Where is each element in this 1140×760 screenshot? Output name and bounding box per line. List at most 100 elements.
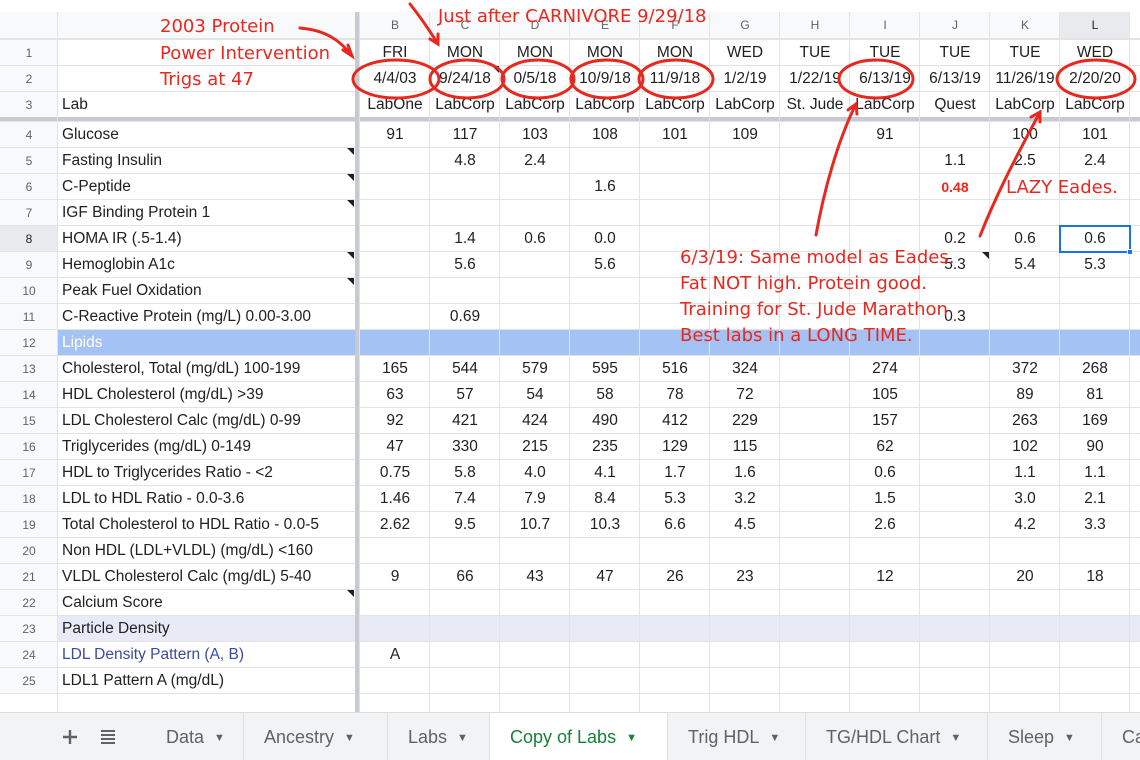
table-cell[interactable]: 66 — [430, 564, 500, 590]
table-cell[interactable]: 2.62 — [360, 512, 430, 538]
table-cell[interactable]: 12 — [850, 564, 920, 590]
plus-icon[interactable] — [58, 725, 82, 749]
header-day[interactable]: FRI — [360, 40, 430, 66]
table-cell[interactable]: 5.6 — [430, 252, 500, 278]
row-number[interactable]: 19 — [0, 512, 58, 538]
header-lab[interactable]: LabCorp — [500, 92, 570, 118]
table-cell[interactable]: 5.8 — [430, 460, 500, 486]
table-cell[interactable]: 0.75 — [360, 460, 430, 486]
row-number[interactable]: 18 — [0, 486, 58, 512]
table-cell[interactable]: 10.3 — [570, 512, 640, 538]
table-cell[interactable]: 91 — [360, 122, 430, 148]
table-cell[interactable]: 1.1 — [990, 460, 1060, 486]
row-label[interactable]: LDL Cholesterol Calc (mg/dL) 0-99 — [62, 408, 301, 434]
table-cell[interactable]: 424 — [500, 408, 570, 434]
row-label[interactable]: VLDL Cholesterol Calc (mg/dL) 5-40 — [62, 564, 311, 590]
table-cell[interactable]: 1.1 — [920, 148, 990, 174]
row-label[interactable]: C-Reactive Protein (mg/L) 0.00-3.00 — [62, 304, 311, 330]
table-cell[interactable]: 54 — [500, 382, 570, 408]
table-cell[interactable]: 579 — [500, 356, 570, 382]
row-label[interactable]: Particle Density — [62, 616, 170, 642]
header-day[interactable]: TUE — [780, 40, 850, 66]
row-number[interactable]: 17 — [0, 460, 58, 486]
table-cell[interactable]: 7.9 — [500, 486, 570, 512]
table-cell[interactable]: 215 — [500, 434, 570, 460]
table-cell[interactable]: 1.7 — [640, 460, 710, 486]
header-lab[interactable]: St. Jude — [780, 92, 850, 118]
table-cell[interactable]: 268 — [1060, 356, 1130, 382]
header-date[interactable]: 2/20/20 — [1057, 66, 1133, 92]
chevron-down-icon[interactable]: ▼ — [769, 714, 780, 760]
row-number[interactable]: 15 — [0, 408, 58, 434]
table-cell[interactable]: 1.4 — [430, 226, 500, 252]
table-cell[interactable]: 490 — [570, 408, 640, 434]
row-number[interactable]: 5 — [0, 148, 58, 174]
table-cell[interactable]: 102 — [990, 434, 1060, 460]
table-cell[interactable]: 7.4 — [430, 486, 500, 512]
header-day[interactable]: MON — [640, 40, 710, 66]
comment-indicator[interactable] — [347, 148, 354, 155]
comment-indicator[interactable] — [347, 200, 354, 207]
column-header-k[interactable]: K — [990, 12, 1060, 38]
table-cell[interactable]: 330 — [430, 434, 500, 460]
table-cell[interactable]: 4.2 — [990, 512, 1060, 538]
table-cell[interactable]: 100 — [990, 122, 1060, 148]
table-cell[interactable]: 324 — [710, 356, 780, 382]
row-number[interactable]: 4 — [0, 122, 58, 148]
row-label[interactable]: LDL1 Pattern A (mg/dL) — [62, 668, 224, 694]
table-cell[interactable]: 108 — [570, 122, 640, 148]
spreadsheet-grid[interactable]: B C D E F G H I J K L 1 2 3 4 5 6 7 8 9 10 11 12 13 14 15 16 17 18 19… — [0, 0, 1140, 712]
header-lab[interactable]: LabCorp — [430, 92, 500, 118]
header-day[interactable]: WED — [1060, 40, 1130, 66]
row-number[interactable]: 16 — [0, 434, 58, 460]
sheet-tab[interactable]: TG/HDL Chart ▼ — [806, 713, 988, 760]
row-label[interactable]: LDL Density Pattern (A, B) — [62, 642, 244, 668]
row-label[interactable]: Hemoglobin A1c — [62, 252, 175, 278]
table-cell[interactable]: 72 — [710, 382, 780, 408]
table-cell[interactable]: 1.1 — [1060, 460, 1130, 486]
table-cell[interactable]: 78 — [640, 382, 710, 408]
header-lab[interactable]: LabCorp — [570, 92, 640, 118]
row-number[interactable]: 25 — [0, 668, 58, 694]
table-cell[interactable]: 6.6 — [640, 512, 710, 538]
comment-indicator[interactable] — [347, 278, 354, 285]
table-cell[interactable]: 5.6 — [570, 252, 640, 278]
row-number[interactable]: 20 — [0, 538, 58, 564]
row-number[interactable]: 7 — [0, 200, 58, 226]
header-date[interactable]: 1/22/19 — [777, 66, 853, 92]
table-cell[interactable]: 89 — [990, 382, 1060, 408]
header-lab[interactable]: LabCorp — [710, 92, 780, 118]
row-number[interactable]: 6 — [0, 174, 58, 200]
sheet-tab[interactable]: Sleep ▼ — [988, 713, 1102, 760]
column-header-i[interactable]: I — [850, 12, 920, 38]
row-label[interactable]: HDL Cholesterol (mg/dL) >39 — [62, 382, 263, 408]
sheet-tab[interactable]: Labs ▼ — [388, 713, 490, 760]
header-lab[interactable]: LabCorp — [850, 92, 920, 118]
table-cell[interactable]: 8.4 — [570, 486, 640, 512]
table-cell[interactable]: 0.6 — [990, 226, 1060, 252]
row-number[interactable]: 10 — [0, 278, 58, 304]
row-label[interactable]: Non HDL (LDL+VLDL) (mg/dL) <160 — [62, 538, 313, 564]
selection-handle[interactable] — [1127, 249, 1133, 255]
sheet-tab[interactable]: Copy of Labs ▼ — [490, 713, 668, 760]
table-cell[interactable]: 3.0 — [990, 486, 1060, 512]
table-cell[interactable]: 4.8 — [430, 148, 500, 174]
header-date[interactable]: 1/2/19 — [707, 66, 783, 92]
table-cell[interactable]: 117 — [430, 122, 500, 148]
table-cell[interactable]: 4.5 — [710, 512, 780, 538]
table-cell[interactable]: 2.4 — [500, 148, 570, 174]
table-cell[interactable]: 23 — [710, 564, 780, 590]
row-number[interactable]: 23 — [0, 616, 58, 642]
table-cell[interactable]: 1.46 — [360, 486, 430, 512]
row-number[interactable]: 1 — [0, 40, 58, 66]
table-cell[interactable]: 115 — [710, 434, 780, 460]
row-number[interactable]: 24 — [0, 642, 58, 668]
chevron-down-icon[interactable]: ▼ — [950, 714, 961, 760]
all-sheets-icon[interactable] — [96, 725, 120, 749]
table-cell[interactable]: 81 — [1060, 382, 1130, 408]
header-date[interactable]: 11/26/19 — [987, 66, 1063, 92]
table-cell[interactable]: 2.4 — [1060, 148, 1130, 174]
table-cell[interactable]: 47 — [360, 434, 430, 460]
table-cell[interactable]: 0.48 — [920, 174, 990, 200]
column-header-h[interactable]: H — [780, 12, 850, 38]
